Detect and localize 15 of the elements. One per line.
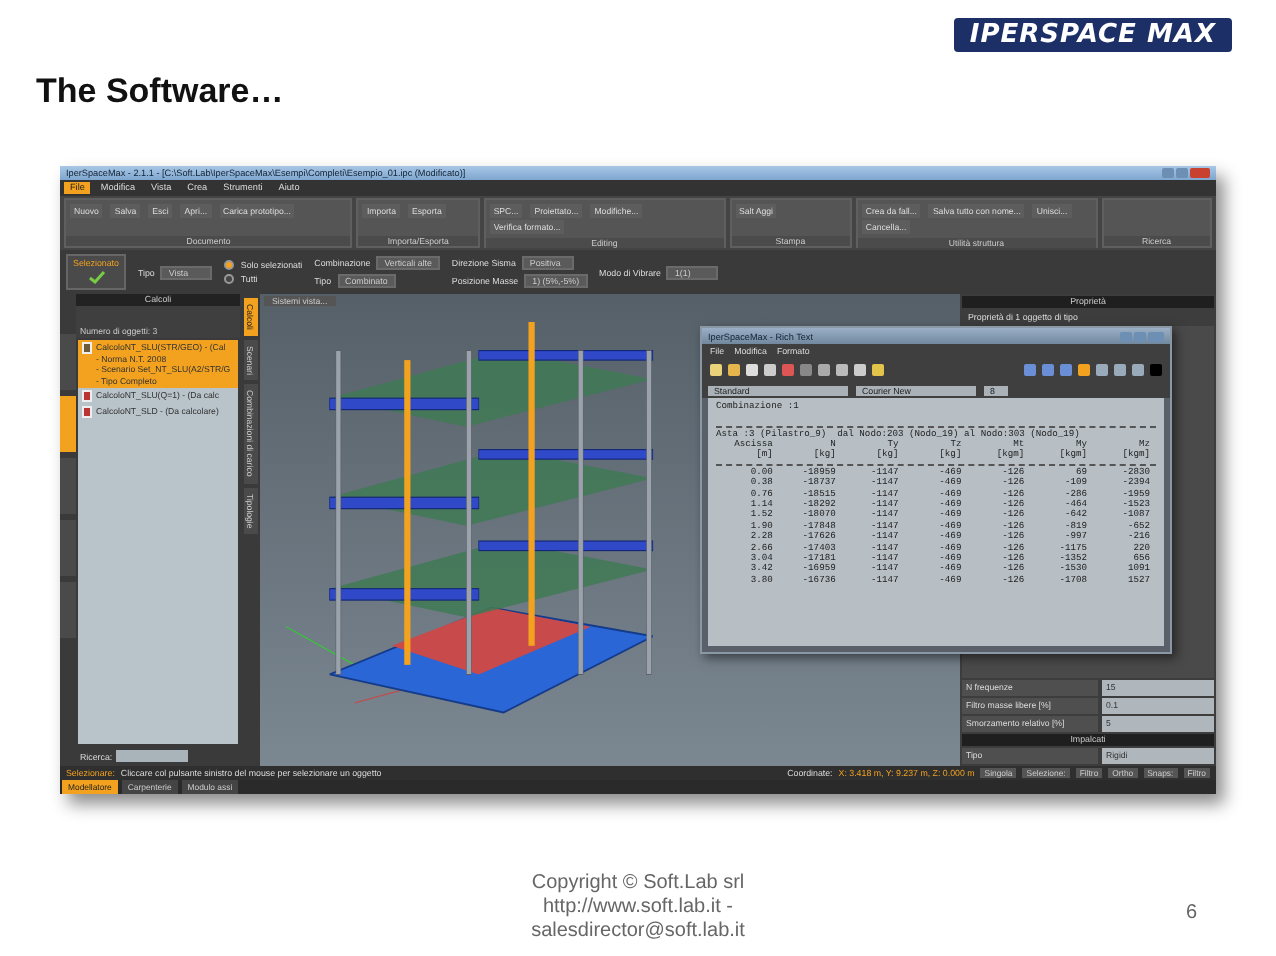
close-button[interactable] <box>1190 168 1210 178</box>
brand-logo: IPERSPACE MAX <box>953 17 1232 51</box>
radio-button[interactable] <box>224 260 235 270</box>
copyright-text: Copyright © Soft.Lab srl http://www.soft.lab.it - salesdirector@soft.lab.it <box>531 872 745 944</box>
close-button[interactable] <box>1148 331 1164 341</box>
maximize-button[interactable] <box>1134 331 1146 341</box>
slide-title: The Software… <box>34 70 286 114</box>
checkmark-icon <box>87 270 105 284</box>
minimize-button[interactable] <box>1120 331 1132 341</box>
page-number: 6 <box>1186 902 1198 924</box>
search-field[interactable] <box>116 750 189 762</box>
document-icon <box>82 342 92 354</box>
maximize-button[interactable] <box>1176 168 1188 178</box>
radio-button[interactable] <box>224 274 235 284</box>
minimize-button[interactable] <box>1162 168 1174 178</box>
